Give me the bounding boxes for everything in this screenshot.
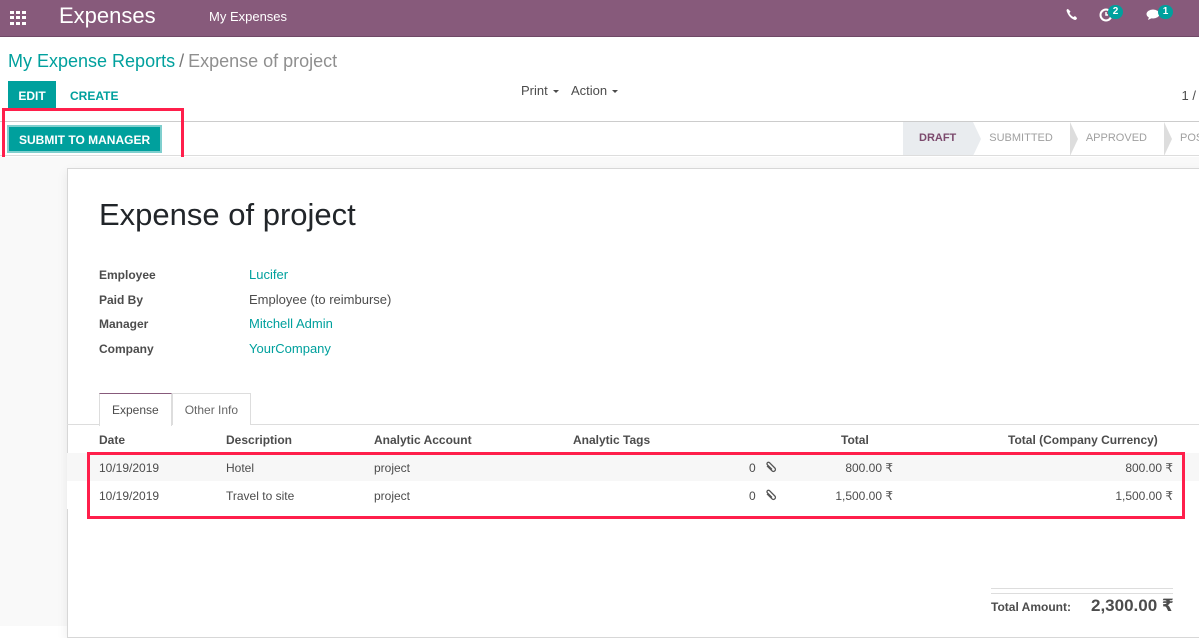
breadcrumb-separator: / <box>179 51 185 71</box>
form-statusbar: SUBMIT TO MANAGER DRAFT SUBMITTED APPROV… <box>0 121 1199 156</box>
top-navbar: Expenses My Expenses 2 1 <box>0 0 1199 37</box>
row-total: 1,500.00 ₹ <box>835 489 893 503</box>
stage-label: DRAFT <box>919 132 957 144</box>
company-value[interactable]: YourCompany <box>249 341 331 356</box>
row-total: 800.00 ₹ <box>845 461 893 475</box>
tab-expense[interactable]: Expense <box>99 393 172 426</box>
messages-badge: 1 <box>1158 5 1173 19</box>
app-title: Expenses <box>59 3 156 28</box>
column-date[interactable]: Date <box>99 433 125 447</box>
stage-approved[interactable]: APPROVED <box>1070 122 1172 156</box>
row-analytic-account: project <box>374 461 411 475</box>
breadcrumb-parent[interactable]: My Expense Reports <box>8 51 175 71</box>
employee-value[interactable]: Lucifer <box>249 267 288 282</box>
total-amount-value: 2,300.00 ₹ <box>1091 596 1174 615</box>
action-dropdown[interactable]: Action <box>571 83 619 98</box>
row-attachment-count: 0 <box>749 461 756 475</box>
employee-label: Employee <box>99 268 156 282</box>
row-description: Hotel <box>226 461 255 475</box>
totals-divider <box>991 588 1173 589</box>
caret-down-icon <box>612 90 619 94</box>
column-analytic-account[interactable]: Analytic Account <box>374 433 472 447</box>
breadcrumb: My Expense Reports / Expense of project <box>8 51 337 72</box>
row-total-company: 1,500.00 ₹ <box>1115 489 1173 503</box>
row-analytic-account: project <box>374 489 411 503</box>
breadcrumb-current: Expense of project <box>188 51 338 71</box>
company-label: Company <box>99 342 154 356</box>
row-date: 10/19/2019 <box>99 489 160 503</box>
action-label: Action <box>571 83 608 98</box>
status-stages: DRAFT SUBMITTED APPROVED POSTED <box>903 122 1199 156</box>
notebook-tabs: Expense Other Info <box>99 393 252 426</box>
manager-label: Manager <box>99 317 149 331</box>
paid-by-label: Paid By <box>99 293 144 307</box>
total-amount-label: Total Amount: <box>991 600 1071 614</box>
create-button[interactable]: CREATE <box>62 81 126 111</box>
edit-button[interactable]: EDIT <box>8 81 56 111</box>
caret-down-icon <box>552 90 559 94</box>
column-total-company-currency[interactable]: Total (Company Currency) <box>1008 433 1158 447</box>
row-attachment-count: 0 <box>749 489 756 503</box>
stage-draft[interactable]: DRAFT <box>903 122 982 156</box>
record-title: Expense of project <box>99 197 356 232</box>
print-label: Print <box>521 83 548 98</box>
tab-other-info[interactable]: Other Info <box>171 393 252 425</box>
column-description[interactable]: Description <box>226 433 292 447</box>
totals-divider <box>991 593 1173 594</box>
activity-badge: 2 <box>1108 5 1123 19</box>
submit-to-manager-button[interactable]: SUBMIT TO MANAGER <box>7 125 163 153</box>
stage-label: POSTED <box>1179 132 1199 144</box>
menu-my-expenses[interactable]: My Expenses <box>209 9 287 24</box>
pager-value[interactable]: 1 / <box>1182 88 1196 103</box>
column-analytic-tags[interactable]: Analytic Tags <box>573 433 650 447</box>
stage-label: SUBMITTED <box>989 132 1053 144</box>
paid-by-value: Employee (to reimburse) <box>249 292 392 307</box>
row-description: Travel to site <box>226 489 295 503</box>
row-date: 10/19/2019 <box>99 461 160 475</box>
phone-icon[interactable] <box>1066 8 1078 24</box>
print-dropdown[interactable]: Print <box>521 83 559 98</box>
manager-value[interactable]: Mitchell Admin <box>249 316 333 331</box>
stage-label: APPROVED <box>1085 132 1147 144</box>
apps-grid-icon[interactable] <box>10 11 26 25</box>
column-total[interactable]: Total <box>841 433 869 447</box>
row-total-company: 800.00 ₹ <box>1125 461 1173 475</box>
stage-submitted[interactable]: SUBMITTED <box>973 122 1078 156</box>
